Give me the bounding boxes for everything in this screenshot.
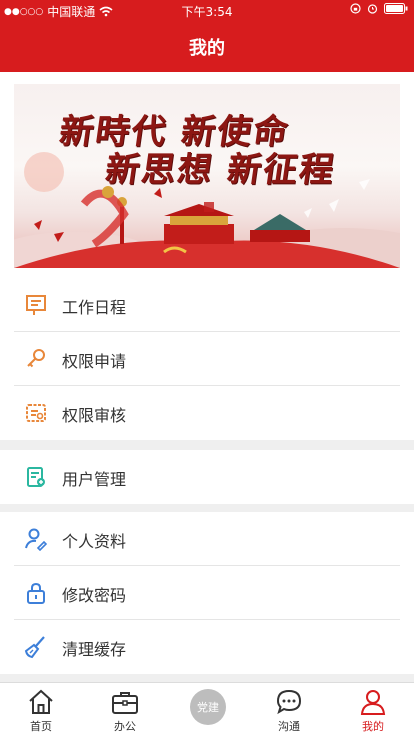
chat-icon (276, 689, 302, 715)
battery-icon (384, 3, 408, 14)
banner-slogan-line2: 新思想 新征程 (102, 150, 339, 190)
menu-item-change-password[interactable]: 修改密码 (0, 566, 414, 620)
party-badge-icon: 党建 (197, 701, 219, 714)
tab-label: 首页 (30, 720, 52, 733)
menu-item-label: 用户管理 (62, 470, 127, 489)
menu-group-settings: 个人资料 修改密码 清理缓存 (0, 512, 414, 674)
key-icon (27, 349, 45, 368)
tab-mine[interactable]: 我的 (332, 683, 414, 737)
menu-item-label: 修改密码 (62, 586, 127, 605)
tab-label: 办公 (114, 720, 136, 733)
menu-group-admin: 用户管理 (0, 450, 414, 504)
status-right (350, 3, 408, 14)
menu-item-user-management[interactable]: 用户管理 (0, 450, 414, 504)
menu-item-permission-request[interactable]: 权限申请 (0, 332, 414, 386)
home-icon (29, 689, 53, 714)
tab-communicate[interactable]: 沟通 (248, 683, 330, 737)
menu-item-label: 工作日程 (62, 298, 127, 317)
menu-item-label: 权限审核 (62, 406, 127, 425)
briefcase-icon (112, 692, 138, 714)
tab-label: 沟通 (278, 720, 300, 733)
audit-icon (26, 404, 46, 422)
menu-item-label: 清理缓存 (62, 640, 127, 659)
orientation-lock-icon (350, 3, 361, 14)
tab-bar: 首页 办公 党建 沟通 我的 (0, 682, 414, 737)
tab-home[interactable]: 首页 (0, 683, 82, 737)
brush-icon (24, 636, 45, 659)
banner-section: 新時代 新使命 新思想 新征程 (0, 72, 414, 278)
alarm-icon (367, 4, 378, 14)
status-bar: ●●○○○ 中国联通 下午3:54 (0, 0, 414, 22)
menu-item-profile[interactable]: 个人资料 (0, 512, 414, 566)
page-title: 我的 (189, 38, 225, 59)
menu-item-label: 个人资料 (62, 532, 127, 551)
person-icon (360, 690, 386, 715)
nav-bar: 我的 (0, 22, 414, 72)
tab-party-building[interactable]: 党建 (190, 689, 226, 725)
user-manage-icon (27, 467, 45, 487)
banner-image[interactable]: 新時代 新使命 新思想 新征程 (14, 84, 400, 268)
menu-item-clear-cache[interactable]: 清理缓存 (0, 620, 414, 674)
profile-icon (25, 528, 48, 551)
tab-office[interactable]: 办公 (84, 683, 166, 737)
schedule-icon (26, 295, 46, 315)
menu-item-permission-audit[interactable]: 权限审核 (0, 386, 414, 440)
menu-group-work: 工作日程 权限申请 权限审核 (0, 278, 414, 440)
tab-label: 我的 (362, 720, 384, 733)
menu-item-label: 权限申请 (62, 352, 127, 371)
lock-icon (27, 582, 45, 604)
menu-item-work-schedule[interactable]: 工作日程 (0, 278, 414, 332)
